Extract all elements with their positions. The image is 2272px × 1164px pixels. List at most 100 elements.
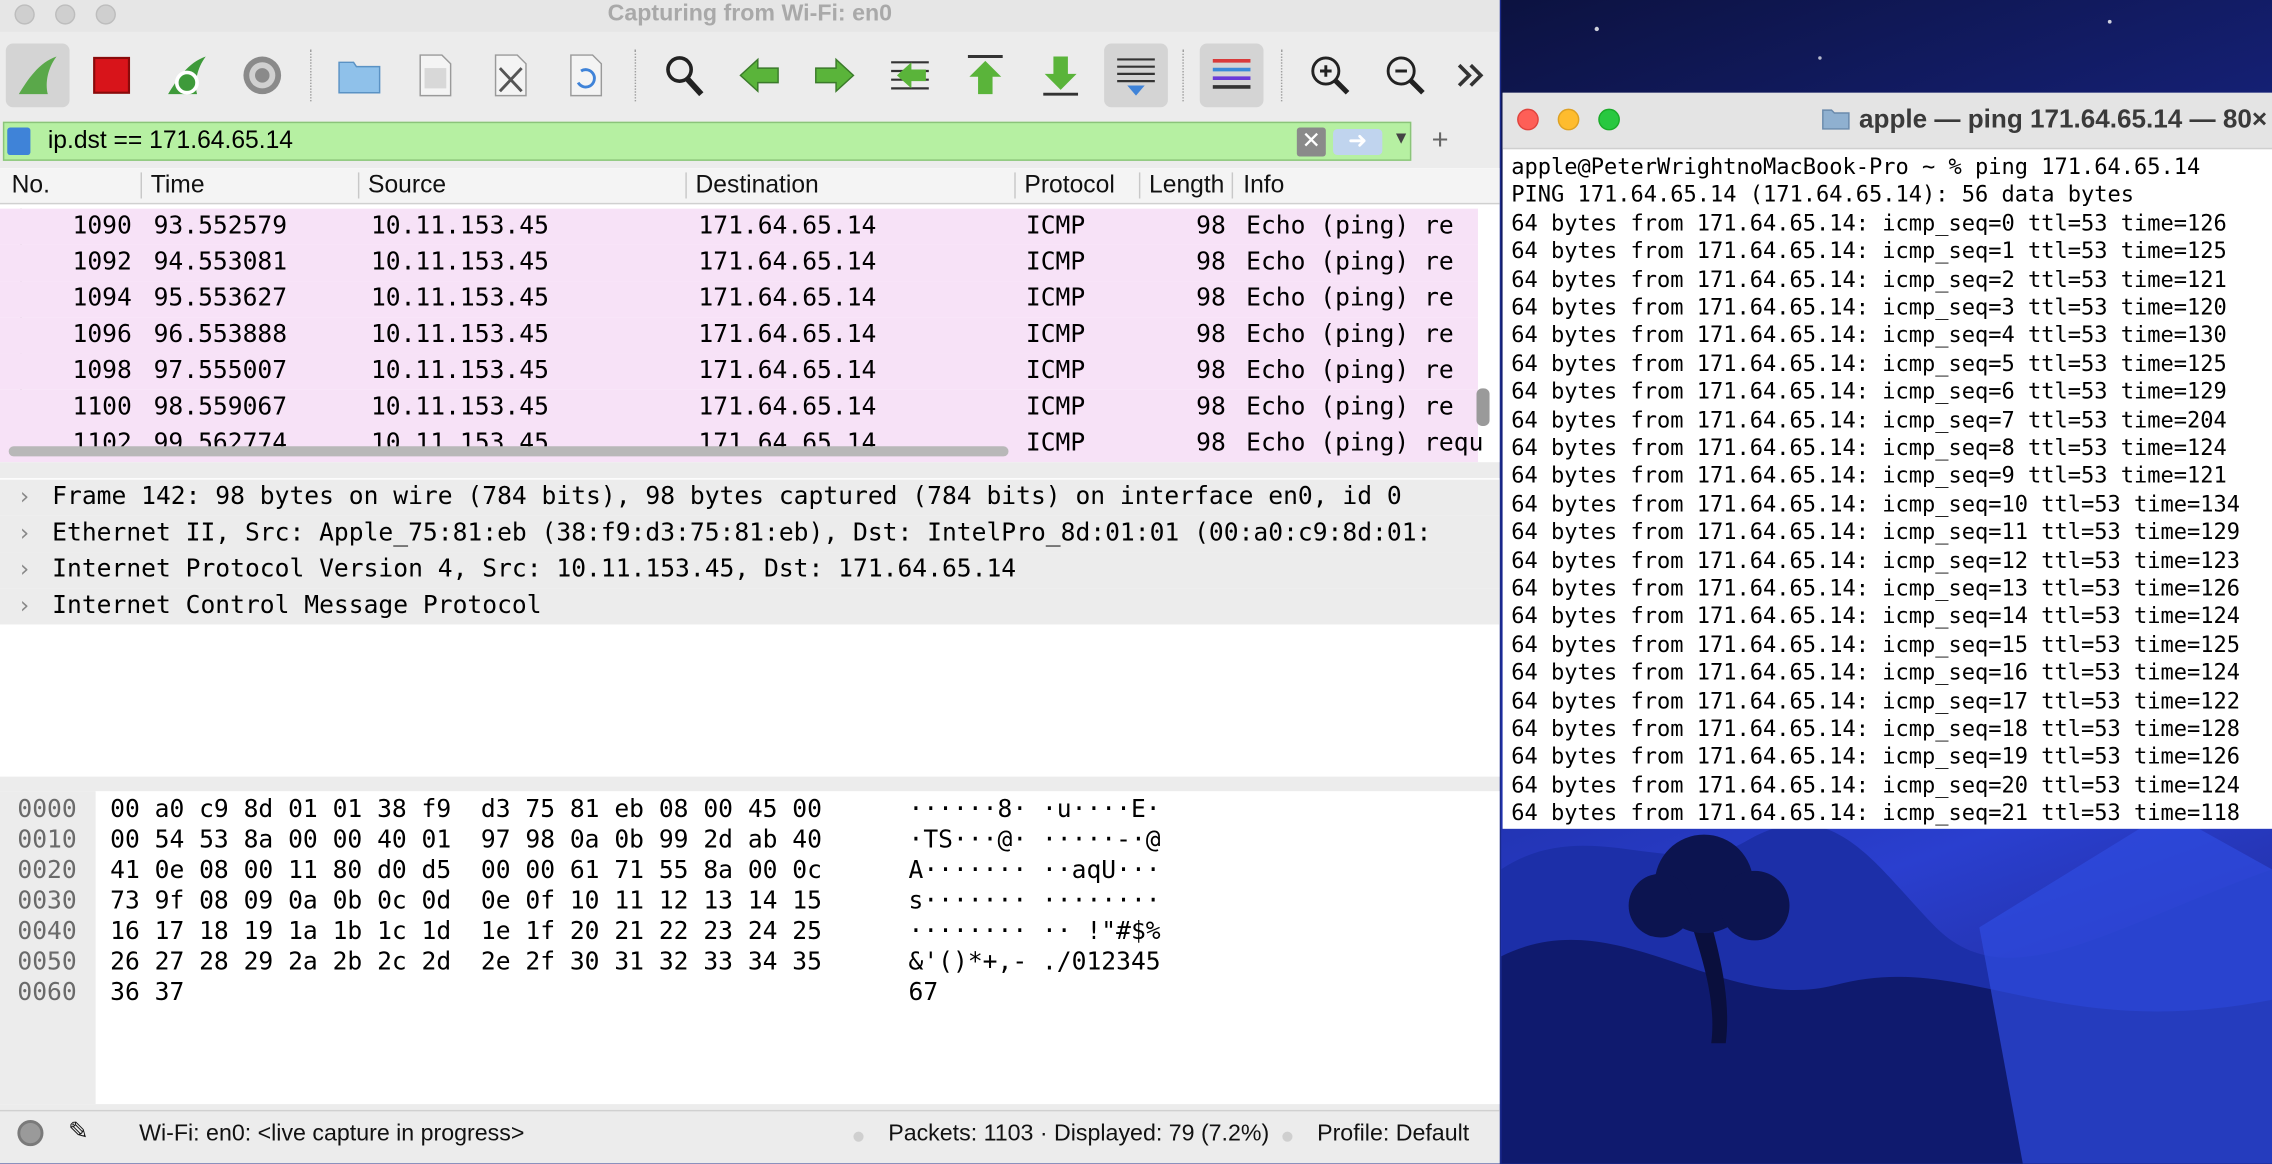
more-icon[interactable]: [1446, 43, 1495, 107]
packet-list-horizontal-scrollbar[interactable]: [8, 446, 1009, 457]
packet-details: › Frame 142: 98 bytes on wire (784 bits)…: [0, 478, 1500, 777]
hex-ascii[interactable]: ·TS···@· ·····-·@: [909, 826, 1161, 855]
hex-ascii[interactable]: s······· ········: [909, 887, 1161, 916]
terminal-window: apple — ping 171.64.65.14 — 80× apple@Pe…: [1502, 92, 2272, 829]
status-profile[interactable]: Profile: Default: [1317, 1122, 1469, 1148]
hex-ascii[interactable]: ········ ·· !"#$%: [909, 917, 1161, 946]
go-to-packet-icon[interactable]: [878, 43, 942, 107]
hex-offset: 0050: [17, 947, 77, 977]
toolbar-separator: [310, 49, 312, 102]
zoom-in-icon[interactable]: [1298, 43, 1362, 107]
detail-row-icmp[interactable]: › Internet Control Message Protocol: [0, 588, 1500, 625]
terminal-line: apple@PeterWrightnoMacBook-Pro ~ % ping …: [1511, 153, 2201, 180]
minimize-window-button[interactable]: [1557, 108, 1580, 131]
packet-list: No. Time Source Destination Protocol Len…: [0, 168, 1500, 463]
chevron-right-icon[interactable]: ›: [17, 591, 31, 619]
table-row[interactable]: 1098 97.555007 10.11.153.45 171.64.65.14…: [0, 353, 1478, 390]
hex-ascii[interactable]: A······· ··aqU···: [909, 856, 1161, 885]
folder-icon: [1822, 109, 1850, 130]
reload-file-icon[interactable]: [554, 43, 618, 107]
hex-ascii[interactable]: 67: [909, 978, 939, 1007]
table-row[interactable]: 1092 94.553081 10.11.153.45 171.64.65.14…: [0, 244, 1478, 282]
terminal-line: 64 bytes from 171.64.65.14: icmp_seq=11 …: [1511, 519, 2240, 546]
column-header-length[interactable]: Length: [1149, 171, 1224, 200]
zoom-window-button[interactable]: [1598, 108, 1620, 131]
detail-row-ethernet[interactable]: › Ethernet II, Src: Apple_75:81:eb (38:f…: [0, 515, 1500, 553]
save-file-icon[interactable]: [403, 43, 467, 107]
toolbar-separator: [634, 49, 637, 102]
window-title: Capturing from Wi-Fi: en0: [607, 1, 893, 27]
detail-row-frame[interactable]: › Frame 142: 98 bytes on wire (784 bits)…: [0, 479, 1500, 516]
clear-filter-icon[interactable]: ✕: [1296, 127, 1326, 157]
table-row[interactable]: 1100 98.559067 10.11.153.45 171.64.65.14…: [0, 389, 1478, 427]
hex-offset: 0000: [17, 795, 77, 825]
hex-ascii[interactable]: ······8· ·u····E·: [909, 795, 1161, 824]
shark-fin-start-icon[interactable]: [5, 43, 70, 108]
hex-bytes[interactable]: 00 54 53 8a 00 00 40 01 97 98 0a 0b 99 2…: [110, 826, 822, 855]
terminal-line: 64 bytes from 171.64.65.14: icmp_seq=4 t…: [1511, 322, 2227, 349]
terminal-line: 64 bytes from 171.64.65.14: icmp_seq=5 t…: [1511, 350, 2227, 377]
open-file-icon[interactable]: [327, 43, 391, 107]
capture-comment-icon[interactable]: ✎: [68, 1117, 89, 1146]
packet-list-header: No. Time Source Destination Protocol Len…: [0, 168, 1500, 205]
add-filter-button[interactable]: +: [1432, 125, 1449, 158]
terminal-line: 64 bytes from 171.64.65.14: icmp_seq=1 t…: [1511, 237, 2227, 264]
table-row[interactable]: 1094 95.553627 10.11.153.45 171.64.65.14…: [0, 281, 1478, 318]
terminal-line: 64 bytes from 171.64.65.14: icmp_seq=21 …: [1511, 800, 2240, 827]
terminal-line: 64 bytes from 171.64.65.14: icmp_seq=7 t…: [1511, 406, 2227, 433]
chevron-right-icon[interactable]: ›: [17, 555, 31, 583]
hex-bytes[interactable]: 26 27 28 29 2a 2b 2c 2d 2e 2f 30 31 32 3…: [110, 948, 822, 977]
bookmark-icon[interactable]: [7, 127, 31, 156]
hex-bytes[interactable]: 73 9f 08 09 0a 0b 0c 0d 0e 0f 10 11 12 1…: [110, 887, 822, 916]
go-forward-icon[interactable]: [803, 43, 867, 107]
colorize-icon[interactable]: [1199, 43, 1264, 108]
column-header-source[interactable]: Source: [368, 171, 446, 200]
capture-options-icon[interactable]: [230, 43, 294, 107]
column-header-info[interactable]: Info: [1243, 171, 1284, 200]
hex-ascii[interactable]: &'()*+,- ./012345: [909, 948, 1161, 977]
status-interface: Wi-Fi: en0: <live capture in progress>: [139, 1121, 525, 1147]
column-header-destination[interactable]: Destination: [696, 171, 819, 200]
packet-list-scrollbar[interactable]: [1476, 388, 1490, 427]
hex-bytes[interactable]: 16 17 18 19 1a 1b 1c 1d 1e 1f 20 21 22 2…: [110, 917, 822, 946]
stop-capture-icon[interactable]: [80, 43, 144, 107]
expert-info-icon[interactable]: [17, 1120, 44, 1147]
terminal-line: PING 171.64.65.14 (171.64.65.14): 56 dat…: [1511, 181, 2135, 208]
chevron-right-icon[interactable]: ›: [17, 519, 31, 547]
terminal-line: 64 bytes from 171.64.65.14: icmp_seq=3 t…: [1511, 294, 2227, 321]
zoom-out-icon[interactable]: [1374, 43, 1438, 107]
terminal-line: 64 bytes from 171.64.65.14: icmp_seq=19 …: [1511, 743, 2240, 770]
column-header-no[interactable]: No.: [12, 171, 50, 200]
hex-offset: 0060: [17, 978, 77, 1008]
terminal-line: 64 bytes from 171.64.65.14: icmp_seq=20 …: [1511, 772, 2240, 799]
apply-filter-icon[interactable]: ➜: [1333, 128, 1383, 156]
hex-bytes[interactable]: 41 0e 08 00 11 80 d0 d5 00 00 61 71 55 8…: [110, 856, 822, 885]
terminal-line: 64 bytes from 171.64.65.14: icmp_seq=8 t…: [1511, 434, 2227, 461]
first-packet-icon[interactable]: [953, 43, 1017, 107]
close-window-button[interactable]: [1517, 108, 1539, 131]
table-row[interactable]: 1102 99.562774 10.11.153.45 171.64.65.14…: [0, 426, 1483, 463]
last-packet-icon[interactable]: [1029, 43, 1093, 107]
terminal-line: 64 bytes from 171.64.65.14: icmp_seq=0 t…: [1511, 209, 2227, 236]
find-packet-icon[interactable]: [652, 43, 716, 107]
column-header-protocol[interactable]: Protocol: [1024, 171, 1114, 200]
close-file-icon[interactable]: [478, 43, 542, 107]
wireshark-window: Capturing from Wi-Fi: en0 ip.dst == 171.…: [0, 0, 1500, 1164]
chevron-down-icon[interactable]: ▼: [1392, 128, 1409, 148]
window-title: apple — ping 171.64.65.14 — 80×: [1859, 104, 2268, 134]
table-row[interactable]: 1096 96.553888 10.11.153.45 171.64.65.14…: [0, 317, 1478, 354]
column-header-time[interactable]: Time: [151, 171, 205, 200]
restart-capture-icon[interactable]: [155, 43, 219, 107]
display-filter-bar: ✕ ➜ ▼: [2, 121, 1412, 161]
hex-bytes[interactable]: 36 37: [110, 978, 184, 1007]
detail-row-ipv4[interactable]: › Internet Protocol Version 4, Src: 10.1…: [0, 552, 1500, 589]
display-filter-input[interactable]: [47, 126, 1280, 156]
terminal-line: 64 bytes from 171.64.65.14: icmp_seq=9 t…: [1511, 462, 2227, 489]
go-back-icon[interactable]: [727, 43, 791, 107]
main-toolbar: [0, 38, 1500, 119]
chevron-right-icon[interactable]: ›: [17, 483, 31, 511]
hex-bytes[interactable]: 00 a0 c9 8d 01 01 38 f9 d3 75 81 eb 08 0…: [110, 795, 822, 824]
table-row[interactable]: 1090 93.552579 10.11.153.45 171.64.65.14…: [0, 208, 1478, 245]
toolbar-separator: [1182, 49, 1184, 102]
autoscroll-icon[interactable]: [1104, 43, 1168, 108]
